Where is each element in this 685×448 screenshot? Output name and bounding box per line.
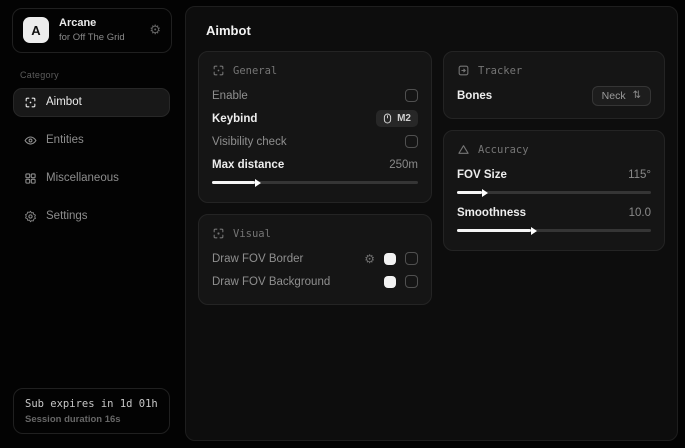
bones-row: Bones Neck ⇅ <box>457 84 651 107</box>
bones-select[interactable]: Neck ⇅ <box>592 86 651 106</box>
enable-label: Enable <box>212 90 248 102</box>
app-window: A Arcane for Off The Grid ⚙ Category Aim… <box>0 0 685 448</box>
smoothness-row: Smoothness 10.0 <box>457 201 651 224</box>
smoothness-value: 10.0 <box>629 207 651 219</box>
general-card: General Enable Keybind M2 <box>198 51 432 203</box>
sidebar-header: A Arcane for Off The Grid ⚙ <box>12 8 172 53</box>
card-title: General <box>233 65 277 77</box>
visibility-row: Visibility check <box>212 130 418 153</box>
keybind-label: Keybind <box>212 113 257 125</box>
card-title: Visual <box>233 228 271 240</box>
keybind-row: Keybind M2 <box>212 107 418 130</box>
sidebar-item-miscellaneous[interactable]: Miscellaneous <box>13 164 170 193</box>
enable-row: Enable <box>212 84 418 107</box>
slider-thumb[interactable] <box>482 189 488 197</box>
max-distance-slider[interactable] <box>212 181 418 184</box>
app-subtitle: for Off The Grid <box>59 32 125 43</box>
fov-border-label: Draw FOV Border <box>212 253 303 265</box>
keybind-button[interactable]: M2 <box>376 110 418 127</box>
bones-label: Bones <box>457 90 492 102</box>
app-titles: Arcane for Off The Grid <box>59 17 125 44</box>
visibility-checkbox[interactable] <box>405 135 418 148</box>
main-panel: Aimbot General Enable <box>185 6 678 441</box>
sidebar-item-aimbot[interactable]: Aimbot <box>13 88 170 117</box>
settings-gear-icon[interactable]: ⚙ <box>149 22 161 38</box>
fov-border-checkbox[interactable] <box>405 252 418 265</box>
subscription-footer: Sub expires in 1d 01h Session duration 1… <box>13 388 170 434</box>
app-title: Arcane <box>59 17 125 30</box>
card-title: Accuracy <box>478 144 529 156</box>
bones-selected-value: Neck <box>602 90 626 102</box>
grid-icon <box>24 172 37 185</box>
page-title: Aimbot <box>186 7 677 38</box>
fov-border-controls: ⚙ <box>364 252 418 265</box>
fov-border-gear-icon[interactable]: ⚙ <box>364 253 375 265</box>
eye-icon <box>24 134 37 147</box>
fov-size-slider[interactable] <box>457 191 651 194</box>
sub-expiry-text: Sub expires in 1d 01h <box>25 398 158 410</box>
sidebar-nav: Aimbot Entities Miscellaneous <box>5 88 178 231</box>
slider-fill <box>457 229 531 232</box>
session-duration-text: Session duration 16s <box>25 414 158 425</box>
sidebar-item-label: Aimbot <box>46 96 82 108</box>
tracker-card: Tracker Bones Neck ⇅ <box>443 51 665 119</box>
fov-background-label: Draw FOV Background <box>212 276 330 288</box>
mouse-icon <box>383 113 392 124</box>
crosshair-icon <box>212 64 225 77</box>
sidebar-item-entities[interactable]: Entities <box>13 126 170 155</box>
visibility-label: Visibility check <box>212 136 287 148</box>
fov-background-color-swatch[interactable] <box>384 276 396 288</box>
visual-card-header: Visual <box>212 227 418 240</box>
smoothness-slider[interactable] <box>457 229 651 232</box>
smoothness-label: Smoothness <box>457 207 526 219</box>
frame-icon <box>212 227 225 240</box>
slider-fill <box>212 181 255 184</box>
tracker-icon <box>457 64 470 77</box>
fov-size-row: FOV Size 115° <box>457 163 651 186</box>
tracker-card-header: Tracker <box>457 64 651 77</box>
triangle-icon <box>457 143 470 156</box>
visual-card: Visual Draw FOV Border ⚙ Draw FOV Backgr… <box>198 214 432 305</box>
card-title: Tracker <box>478 65 522 77</box>
general-card-header: General <box>212 64 418 77</box>
fov-size-label: FOV Size <box>457 169 507 181</box>
gear-icon <box>24 210 37 223</box>
column-left: General Enable Keybind M2 <box>198 51 432 316</box>
slider-thumb[interactable] <box>531 227 537 235</box>
keybind-value: M2 <box>397 113 411 124</box>
max-distance-value: 250m <box>389 159 418 171</box>
card-columns: General Enable Keybind M2 <box>186 38 677 316</box>
sidebar-item-label: Miscellaneous <box>46 172 119 184</box>
fov-border-row: Draw FOV Border ⚙ <box>212 247 418 270</box>
fov-background-controls <box>384 275 418 288</box>
accuracy-card-header: Accuracy <box>457 143 651 156</box>
slider-fill <box>457 191 482 194</box>
sidebar-item-label: Settings <box>46 210 88 222</box>
app-logo: A <box>23 17 49 43</box>
fov-size-value: 115° <box>628 169 651 181</box>
sidebar-item-settings[interactable]: Settings <box>13 202 170 231</box>
max-distance-row: Max distance 250m <box>212 153 418 176</box>
category-label: Category <box>20 70 163 80</box>
max-distance-label: Max distance <box>212 159 284 171</box>
sort-arrows-icon: ⇅ <box>633 90 641 101</box>
column-right: Tracker Bones Neck ⇅ <box>443 51 665 262</box>
fov-background-checkbox[interactable] <box>405 275 418 288</box>
fov-background-row: Draw FOV Background <box>212 270 418 293</box>
accuracy-card: Accuracy FOV Size 115° Smoothness 10.0 <box>443 130 665 251</box>
slider-thumb[interactable] <box>255 179 261 187</box>
crosshair-icon <box>24 96 37 109</box>
fov-border-color-swatch[interactable] <box>384 253 396 265</box>
sidebar: A Arcane for Off The Grid ⚙ Category Aim… <box>5 6 178 441</box>
enable-checkbox[interactable] <box>405 89 418 102</box>
sidebar-item-label: Entities <box>46 134 84 146</box>
